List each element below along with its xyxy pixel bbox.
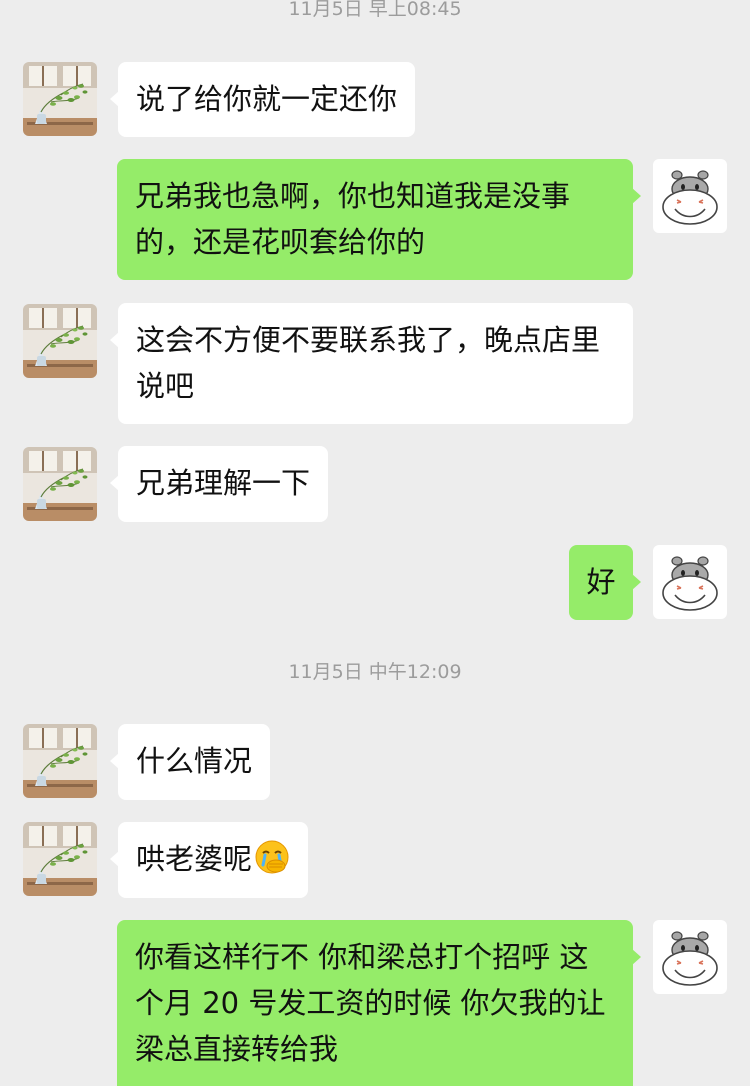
message-bubble-incoming[interactable]: 兄弟理解一下 — [109, 446, 329, 522]
message-bubble-incoming[interactable]: 什么情况 — [109, 724, 271, 800]
plant-photo-icon — [23, 62, 97, 136]
hippo-face-icon — [653, 545, 727, 619]
message-bubble-outgoing[interactable]: 好 — [569, 545, 641, 620]
contact-avatar[interactable] — [23, 62, 97, 136]
hippo-face-icon — [653, 920, 727, 994]
hippo-face-icon — [653, 159, 727, 233]
plant-photo-icon — [23, 724, 97, 798]
timestamp: 11月5日 中午12:09 — [288, 661, 462, 683]
plant-photo-icon — [23, 304, 97, 378]
contact-avatar[interactable] — [23, 724, 97, 798]
message-text: 哄老婆呢 — [136, 842, 253, 876]
self-avatar[interactable] — [653, 545, 727, 619]
self-avatar[interactable] — [653, 159, 727, 233]
message-bubble-outgoing[interactable]: 兄弟我也急啊，你也知道我是没事的，还是花呗套给你的 — [117, 159, 641, 280]
plant-photo-icon — [23, 822, 97, 896]
plant-photo-icon — [23, 447, 97, 521]
contact-avatar[interactable] — [23, 822, 97, 896]
message-bubble-incoming[interactable]: 说了给你就一定还你 — [109, 62, 416, 137]
face-with-hand-over-mouth-crying-emoji-icon — [254, 839, 290, 888]
contact-avatar[interactable] — [23, 447, 97, 521]
self-avatar[interactable] — [653, 920, 727, 994]
message-bubble-outgoing[interactable]: 你看这样行不 你和梁总打个招呼 这个月 20 号发工资的时候 你欠我的让梁总直接… — [117, 920, 641, 1086]
message-bubble-incoming[interactable]: 哄老婆呢 — [109, 822, 309, 898]
timestamp: 11月5日 早上08:45 — [288, 0, 462, 20]
chat-view[interactable]: 11月5日 早上08:45 说了给你就一定还你 兄弟我也急啊，你也知道我是没事的… — [0, 0, 750, 1086]
contact-avatar[interactable] — [23, 304, 97, 378]
message-bubble-incoming[interactable]: 这会不方便不要联系我了，晚点店里说吧 — [110, 303, 633, 424]
